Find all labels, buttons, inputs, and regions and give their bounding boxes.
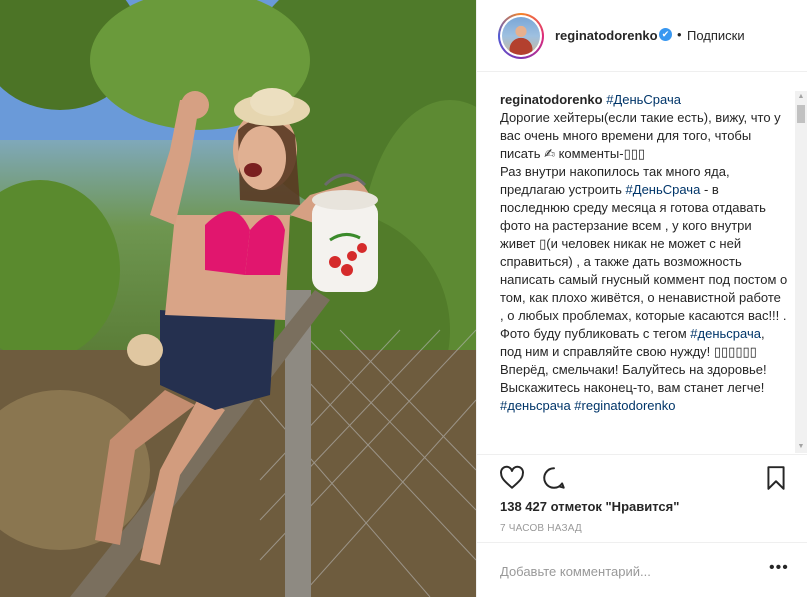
caption-text: reginatodorenko #ДеньСрача Дорогие хейте… — [500, 91, 788, 453]
bookmark-icon[interactable] — [763, 465, 789, 491]
comments-scrollbar[interactable]: ▲ ▼ — [795, 91, 807, 453]
post-photo[interactable] — [0, 0, 476, 597]
caption-fragment: Фото буду публиковать с тегом — [500, 326, 691, 341]
comment-bubble-icon[interactable] — [541, 465, 567, 491]
caption-paragraph: Вперёд, смельчаки! Балуйтесь на здоровье… — [500, 362, 767, 395]
heart-icon[interactable] — [499, 465, 525, 491]
caption-paragraph: Дорогие хейтеры(если такие есть), вижу, … — [500, 110, 781, 161]
post-actions — [477, 454, 807, 498]
post-sidebar: reginatodorenko ✔ • Подписки reginatodor… — [476, 0, 807, 597]
avatar[interactable] — [498, 13, 544, 59]
post-timestamp[interactable]: 7 ЧАСОВ НАЗАД — [500, 523, 582, 534]
caption-author[interactable]: reginatodorenko — [500, 92, 603, 107]
add-comment-bar: ••• — [477, 542, 807, 597]
hashtag-link[interactable]: #деньсрача — [690, 326, 761, 341]
separator-dot: • — [677, 27, 682, 42]
hashtag-link[interactable]: #ДеньСрача — [606, 92, 681, 107]
following-button[interactable]: Подписки — [687, 28, 745, 43]
post-header: reginatodorenko ✔ • Подписки — [477, 0, 807, 72]
comment-input[interactable] — [500, 561, 750, 581]
scroll-thumb[interactable] — [797, 105, 805, 123]
likes-count[interactable]: 138 427 отметок "Нравится" — [500, 499, 679, 514]
username-link[interactable]: reginatodorenko — [555, 28, 658, 43]
hashtag-link[interactable]: #деньсрача #reginatodorenko — [500, 397, 788, 415]
scroll-up-arrow-icon[interactable]: ▲ — [795, 91, 807, 103]
scroll-down-arrow-icon[interactable]: ▼ — [795, 441, 807, 453]
photo-illustration — [0, 0, 476, 597]
more-options-icon[interactable]: ••• — [769, 559, 789, 577]
hashtag-link[interactable]: #ДеньСрача — [626, 182, 701, 197]
caption-fragment: - в последнюю среду месяца я готова отда… — [500, 182, 788, 323]
verified-badge-icon: ✔ — [659, 28, 672, 41]
